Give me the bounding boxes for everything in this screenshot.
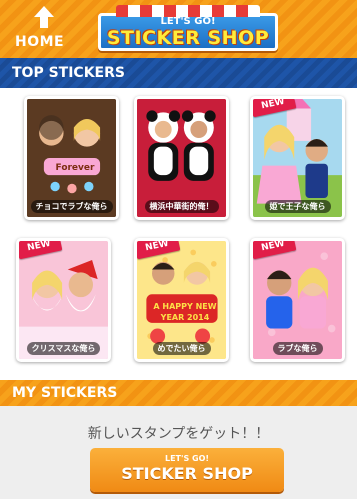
top-stickers-grid: Forever チョコでラブな俺ら 横浜中華街的俺！ NEW 姫で王子な俺ら N… bbox=[0, 88, 357, 380]
sticker-caption: クリスマスな俺ら bbox=[19, 342, 108, 355]
sticker-card-new-year[interactable]: A HAPPY NEW YEAR 2014 NEW めでたい俺ら bbox=[134, 238, 229, 362]
shop-button-label: STICKER SHOP bbox=[121, 464, 253, 483]
sticker-art-text: Forever bbox=[55, 163, 95, 173]
sticker-caption: 横浜中華街的俺！ bbox=[137, 200, 226, 213]
sticker-card-christmas[interactable]: NEW クリスマスな俺ら bbox=[16, 238, 111, 362]
sticker-caption: ラブな俺ら bbox=[253, 342, 342, 355]
logo-tagline: LET'S GO! bbox=[160, 16, 216, 27]
home-button[interactable]: HOME bbox=[12, 6, 76, 54]
sticker-caption: 姫で王子な俺ら bbox=[253, 200, 342, 213]
my-stickers-heading: MY STICKERS bbox=[0, 380, 357, 406]
sticker-card-yokohama[interactable]: 横浜中華街的俺！ bbox=[134, 96, 229, 220]
shop-button-tagline: LET'S GO! bbox=[164, 454, 210, 463]
header: HOME LET'S GO! STICKER SHOP bbox=[0, 0, 357, 58]
home-label: HOME bbox=[15, 34, 65, 50]
sticker-card-princess[interactable]: NEW 姫で王子な俺ら bbox=[250, 96, 345, 220]
sticker-shop-button[interactable]: LET'S GO! STICKER SHOP bbox=[90, 448, 284, 492]
sticker-caption: チョコでラブな俺ら bbox=[27, 200, 116, 213]
sticker-caption: めでたい俺ら bbox=[137, 342, 226, 355]
promo-text: 新しいスタンプをゲット！！ bbox=[87, 426, 270, 442]
sticker-card-chocolate[interactable]: Forever チョコでラブな俺ら bbox=[24, 96, 119, 220]
sticker-shop-logo: LET'S GO! STICKER SHOP bbox=[98, 5, 278, 53]
top-stickers-heading: TOP STICKERS bbox=[0, 58, 357, 88]
sticker-card-love[interactable]: NEW ラブな俺ら bbox=[250, 238, 345, 362]
logo-title: STICKER SHOP bbox=[106, 27, 270, 49]
home-arrow-icon bbox=[34, 6, 54, 28]
my-stickers-area: 新しいスタンプをゲット！！ LET'S GO! STICKER SHOP bbox=[0, 406, 357, 499]
sticker-art-text: A HAPPY NEW YEAR 2014 bbox=[153, 302, 217, 322]
